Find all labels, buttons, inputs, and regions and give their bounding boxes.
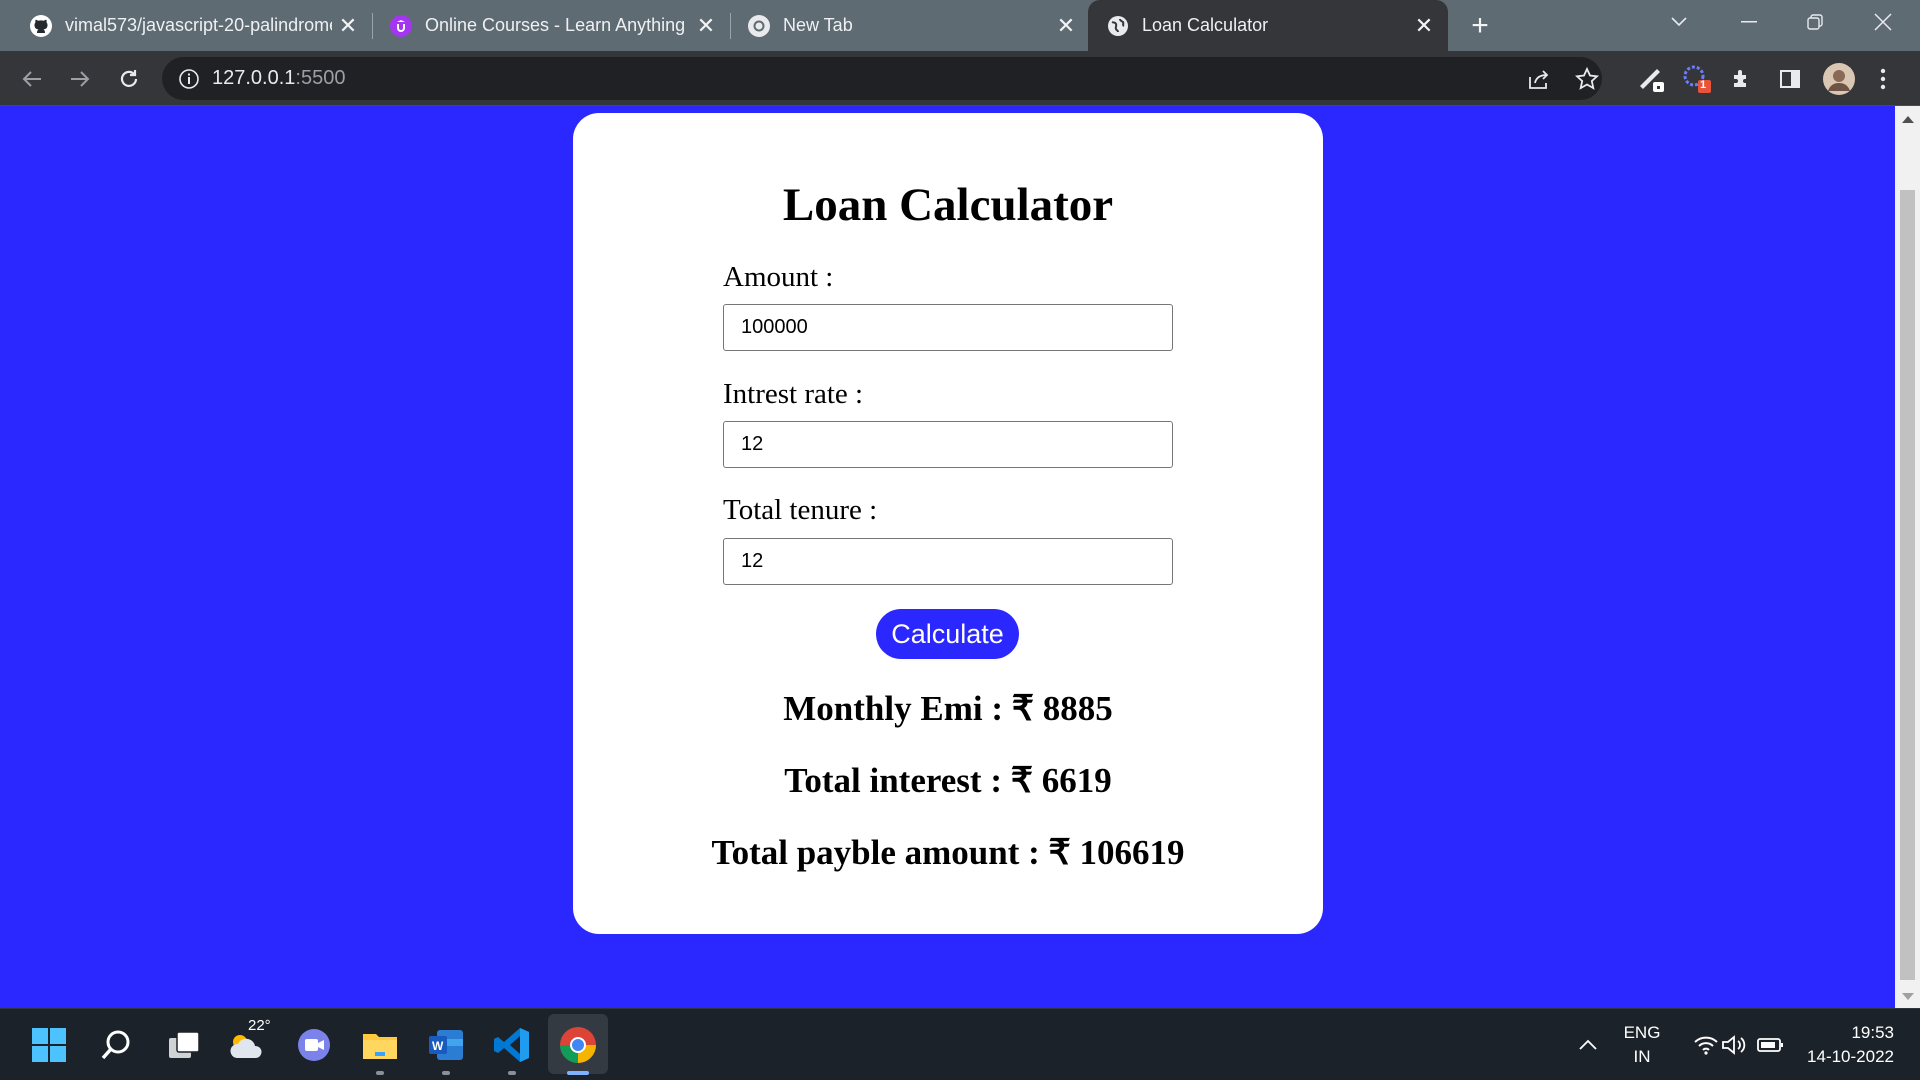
amount-label: Amount : <box>723 261 834 293</box>
bookmark-star-icon[interactable] <box>1573 65 1601 93</box>
word-icon[interactable]: W <box>424 1023 468 1067</box>
tab-title: Online Courses - Learn Anything <box>425 15 686 35</box>
tab-title: vimal573/javascript-20-palindrome <box>65 15 332 35</box>
globe-icon <box>1106 14 1130 38</box>
tab-title: New Tab <box>783 15 853 35</box>
svg-text:W: W <box>432 1039 444 1053</box>
interest-rate-input[interactable]: 12 <box>723 421 1173 468</box>
github-icon <box>29 14 53 38</box>
share-icon[interactable] <box>1525 65 1553 93</box>
teams-chat-icon[interactable] <box>292 1023 336 1067</box>
restore-icon[interactable] <box>1786 0 1844 44</box>
menu-kebab-icon[interactable] <box>1866 62 1900 96</box>
weather-temperature: 22° <box>248 1017 271 1034</box>
total-interest-result: Total interest : ₹ 6619 <box>784 761 1112 800</box>
tab-new-tab[interactable]: New Tab ✕ <box>718 0 1090 51</box>
scroll-up-arrow-icon[interactable] <box>1902 116 1914 123</box>
tab-github[interactable]: vimal573/javascript-20-palindrome ✕ <box>0 0 372 51</box>
tenure-value: 12 <box>741 550 764 572</box>
close-window-icon[interactable] <box>1854 0 1912 44</box>
reload-icon[interactable] <box>111 61 147 97</box>
monthly-emi-result: Monthly Emi : ₹ 8885 <box>783 689 1113 728</box>
forward-arrow-icon[interactable] <box>62 61 98 97</box>
tab-search-icon[interactable] <box>1650 0 1708 44</box>
windows-taskbar: 22° W ENG IN 19:53 14-10-2022 <box>0 1008 1920 1080</box>
scrollbar-thumb[interactable] <box>1900 190 1915 980</box>
tab-close-icon[interactable]: ✕ <box>1050 10 1082 42</box>
page-scrollbar[interactable] <box>1895 106 1920 1008</box>
tenure-label: Total tenure : <box>723 494 878 526</box>
file-explorer-icon[interactable] <box>358 1023 402 1067</box>
tenure-input[interactable]: 12 <box>723 538 1173 585</box>
side-panel-icon[interactable] <box>1773 62 1807 96</box>
clock-date: 14-10-2022 <box>1807 1047 1894 1066</box>
clock[interactable]: 19:53 14-10-2022 <box>1794 1023 1894 1067</box>
page-viewport: Loan Calculator Amount : 100000 Intrest … <box>0 106 1895 1008</box>
minimize-icon[interactable] <box>1720 0 1778 44</box>
active-app-indicator <box>567 1071 589 1075</box>
interest-rate-value: 12 <box>741 433 764 455</box>
tab-loan-calculator[interactable]: Loan Calculator ✕ <box>1088 0 1448 51</box>
search-icon[interactable] <box>94 1023 138 1067</box>
url-port: :5500 <box>295 67 346 89</box>
chrome-icon <box>747 14 771 38</box>
udemy-icon <box>389 14 413 38</box>
chrome-taskbar-icon[interactable] <box>556 1023 600 1067</box>
language-region: IN <box>1633 1047 1651 1066</box>
profile-avatar[interactable] <box>1822 62 1856 96</box>
weather-icon[interactable]: 22° <box>225 1017 271 1067</box>
running-indicator <box>442 1071 450 1075</box>
amount-input[interactable]: 100000 <box>723 304 1173 351</box>
interest-rate-label: Intrest rate : <box>723 378 864 410</box>
running-indicator <box>376 1071 384 1075</box>
page-title: Loan Calculator <box>782 179 1114 231</box>
windows-start-icon[interactable] <box>27 1023 71 1067</box>
scroll-down-arrow-icon[interactable] <box>1902 993 1914 1000</box>
extension-badge-icon[interactable]: 1 <box>1680 62 1714 96</box>
browser-toolbar: 127.0.0.1:5500 1 <box>0 51 1920 106</box>
pen-extension-icon[interactable] <box>1635 62 1669 96</box>
tab-title: Loan Calculator <box>1142 15 1269 35</box>
vscode-icon[interactable] <box>490 1023 534 1067</box>
battery-icon[interactable] <box>1748 1023 1792 1067</box>
task-view-icon[interactable] <box>162 1023 206 1067</box>
language-indicator[interactable]: ENG IN <box>1614 1023 1670 1067</box>
total-payable-result: Total payble amount : ₹ 106619 <box>711 833 1185 872</box>
address-bar[interactable]: 127.0.0.1:5500 <box>162 57 1602 100</box>
running-indicator <box>508 1071 516 1075</box>
clock-time: 19:53 <box>1851 1023 1894 1042</box>
extension-badge-count: 1 <box>1700 79 1707 91</box>
tab-strip: vimal573/javascript-20-palindrome ✕ Onli… <box>0 0 1920 51</box>
tab-close-icon[interactable]: ✕ <box>1408 10 1440 42</box>
tab-udemy[interactable]: Online Courses - Learn Anything ✕ <box>360 0 730 51</box>
info-icon[interactable] <box>178 68 200 90</box>
new-tab-button[interactable]: + <box>1460 9 1500 43</box>
url-host: 127.0.0.1 <box>212 67 296 89</box>
loan-calculator-card: Loan Calculator Amount : 100000 Intrest … <box>573 113 1323 934</box>
calculate-button[interactable]: Calculate <box>876 609 1019 659</box>
language-code: ENG <box>1623 1023 1661 1042</box>
url-text: 127.0.0.1:5500 <box>212 67 345 90</box>
amount-value: 100000 <box>741 316 808 338</box>
extensions-puzzle-icon[interactable] <box>1725 62 1759 96</box>
chevron-up-icon[interactable] <box>1566 1023 1610 1067</box>
back-arrow-icon[interactable] <box>14 61 50 97</box>
